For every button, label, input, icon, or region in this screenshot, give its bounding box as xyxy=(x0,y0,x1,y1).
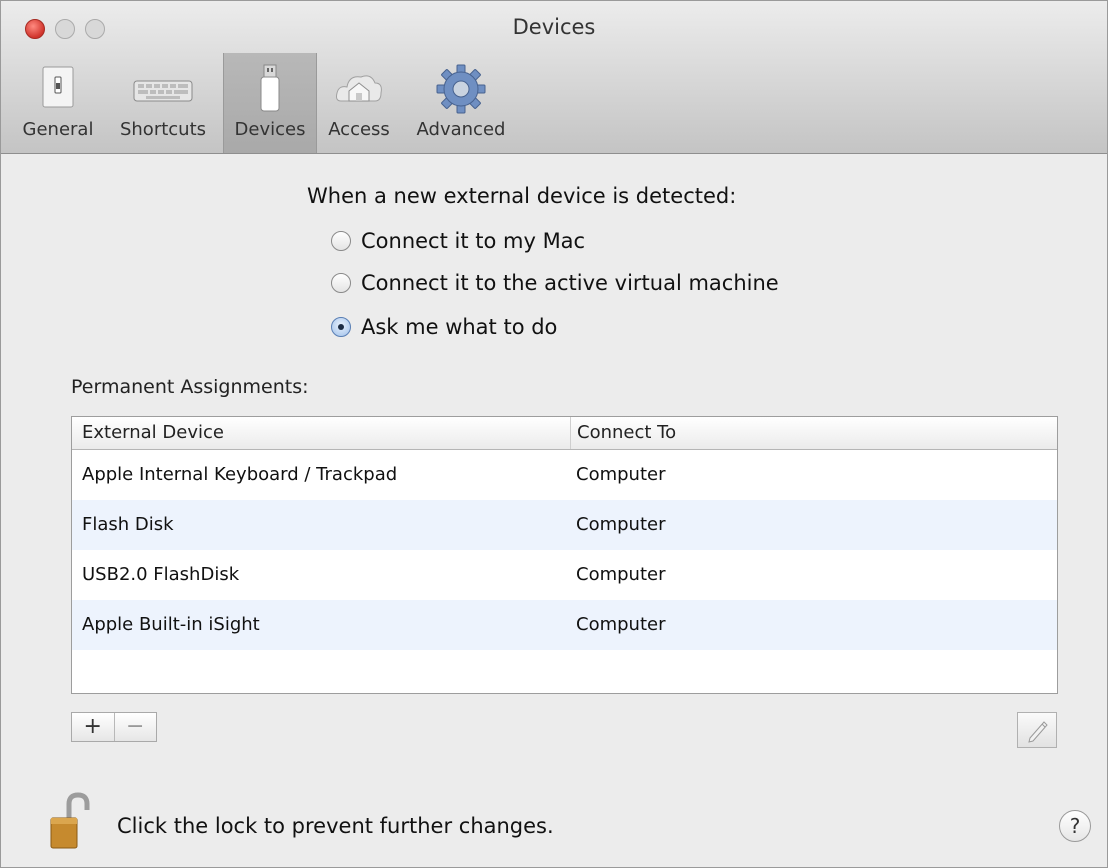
radio-label: Connect it to the active virtual machine xyxy=(361,271,779,295)
radio-ask-me[interactable]: Ask me what to do xyxy=(331,312,557,342)
devices-pane: When a new external device is detected: … xyxy=(1,154,1107,867)
add-button[interactable]: + xyxy=(72,713,114,741)
tab-shortcuts-label: Shortcuts xyxy=(119,119,207,140)
detection-prompt: When a new external device is detected: xyxy=(307,184,737,208)
column-header-connect-to[interactable]: Connect To xyxy=(570,417,676,449)
pencil-icon xyxy=(1028,721,1048,743)
tab-advanced[interactable]: Advanced xyxy=(409,53,513,153)
radio-button-selected[interactable] xyxy=(331,317,351,337)
tab-devices-label: Devices xyxy=(234,119,306,140)
title-bar: Devices General Shortcuts Devices Access… xyxy=(1,1,1107,154)
radio-button[interactable] xyxy=(331,231,351,251)
connect-to-cell: Computer xyxy=(576,464,666,485)
add-remove-buttons: + − xyxy=(71,712,157,742)
table-row[interactable]: USB2.0 FlashDisk Computer xyxy=(72,550,1057,600)
keyboard-icon xyxy=(128,61,198,117)
lock-message: Click the lock to prevent further change… xyxy=(117,814,554,838)
tab-access-label: Access xyxy=(328,119,390,140)
gear-icon xyxy=(433,61,489,117)
table-row[interactable]: Apple Built-in iSight Computer xyxy=(72,600,1057,650)
permanent-assignments-label: Permanent Assignments: xyxy=(71,376,309,398)
usb-device-icon xyxy=(242,61,298,117)
tab-devices[interactable]: Devices xyxy=(223,53,317,153)
radio-connect-to-mac[interactable]: Connect it to my Mac xyxy=(331,226,585,256)
assignments-table[interactable]: External Device Connect To Apple Interna… xyxy=(71,416,1058,694)
tab-general-label: General xyxy=(22,119,94,140)
column-header-external-device[interactable]: External Device xyxy=(82,417,224,449)
help-button[interactable]: ? xyxy=(1059,810,1091,842)
connect-to-cell: Computer xyxy=(576,564,666,585)
connect-to-cell: Computer xyxy=(576,514,666,535)
device-cell: USB2.0 FlashDisk xyxy=(82,564,240,585)
table-header: External Device Connect To xyxy=(72,417,1057,450)
lock-button[interactable] xyxy=(49,792,99,852)
radio-button[interactable] xyxy=(331,273,351,293)
device-cell: Apple Internal Keyboard / Trackpad xyxy=(82,464,398,485)
radio-connect-to-vm[interactable]: Connect it to the active virtual machine xyxy=(331,268,779,298)
preferences-window: Devices General Shortcuts Devices Access… xyxy=(0,0,1108,868)
table-row[interactable]: Flash Disk Computer xyxy=(72,500,1057,550)
radio-label: Connect it to my Mac xyxy=(361,229,586,253)
device-cell: Apple Built-in iSight xyxy=(82,614,260,635)
tab-access[interactable]: Access xyxy=(319,53,399,153)
general-switch-icon xyxy=(30,61,86,117)
connect-to-cell: Computer xyxy=(576,614,666,635)
tab-general[interactable]: General xyxy=(15,53,101,153)
table-row[interactable]: Apple Internal Keyboard / Trackpad Compu… xyxy=(72,450,1057,500)
house-cloud-icon xyxy=(331,61,387,117)
tab-advanced-label: Advanced xyxy=(416,119,506,140)
edit-button[interactable] xyxy=(1017,712,1057,748)
device-cell: Flash Disk xyxy=(82,514,174,535)
window-title: Devices xyxy=(512,15,596,39)
tab-shortcuts[interactable]: Shortcuts xyxy=(113,53,213,153)
remove-button[interactable]: − xyxy=(113,713,157,741)
radio-label: Ask me what to do xyxy=(361,315,558,339)
unlocked-padlock-icon xyxy=(50,792,90,849)
